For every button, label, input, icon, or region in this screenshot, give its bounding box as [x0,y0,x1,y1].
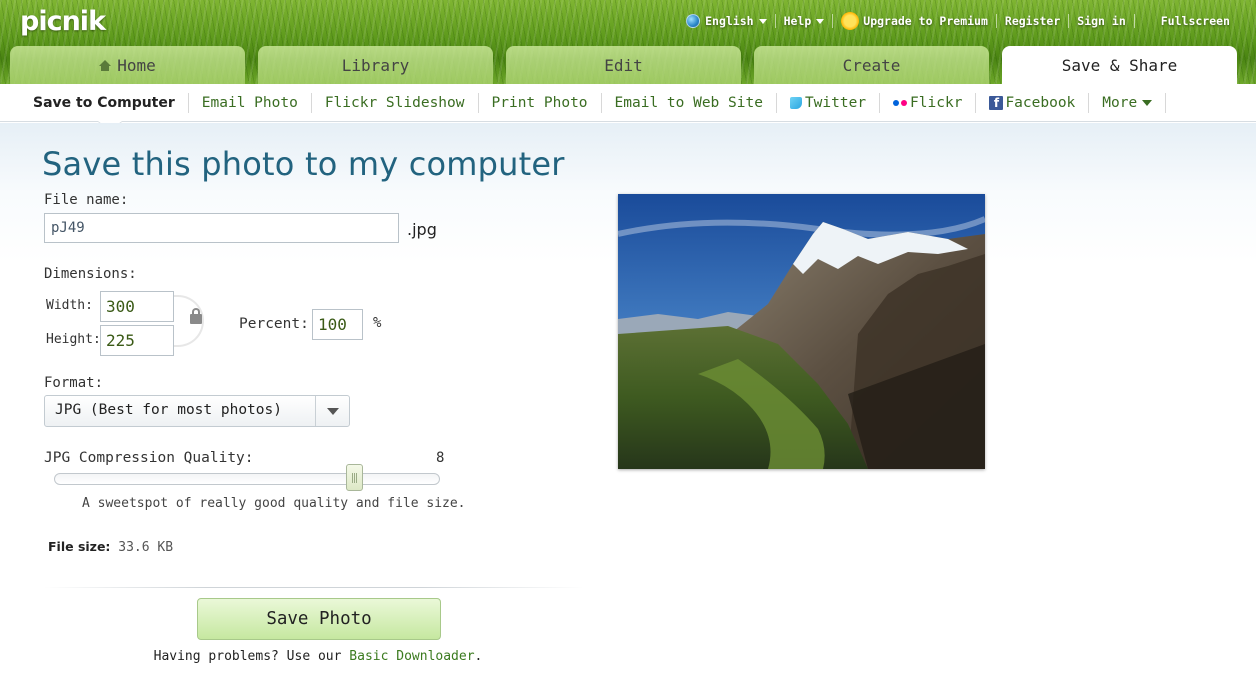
subnav-save-to-computer[interactable]: Save to Computer [20,92,189,113]
height-input[interactable] [100,325,174,356]
top-nav: English Help Upgrade to Premium Register… [678,12,1256,30]
subnav-label: Flickr [910,94,963,111]
subnav-facebook[interactable]: f Facebook [976,92,1090,113]
subnav-print-photo[interactable]: Print Photo [479,92,602,113]
width-label: Width: [46,298,93,313]
chevron-down-icon [816,18,825,24]
subnav-more[interactable]: More [1089,92,1167,113]
tab-save-share[interactable]: Save & Share [1002,46,1237,84]
help-prefix: Having problems? Use our [153,649,350,664]
app-header: picnik English Help Upgrade to Premium R… [0,0,1256,84]
page-title: Save this photo to my computer [42,145,565,183]
upgrade-label: Upgrade to Premium [863,14,988,28]
quality-slider-track[interactable] [54,473,440,485]
height-label: Height: [46,332,101,347]
language-label: English [705,14,754,28]
sun-icon [841,12,860,30]
chevron-down-icon [1142,99,1153,106]
format-label: Format: [44,375,104,391]
format-value: JPG (Best for most photos) [55,402,282,418]
upgrade-link[interactable]: Upgrade to Premium [833,12,996,30]
percent-sign: % [373,315,382,331]
tab-label: Home [117,55,156,75]
chevron-down-icon[interactable] [315,396,349,426]
format-select[interactable]: JPG (Best for most photos) [44,395,350,427]
main-tabs: Home Library Edit Create Save & Share [10,46,1250,84]
save-photo-button[interactable]: Save Photo [197,598,441,640]
subnav-flickr[interactable]: Flickr [880,92,977,113]
register-link[interactable]: Register [997,14,1068,28]
file-size: File size: 33.6 KB [48,539,173,555]
percent-input[interactable] [312,309,363,340]
file-name-input[interactable] [44,213,399,243]
file-size-label: File size: [48,539,111,554]
home-icon [99,59,112,71]
facebook-icon: f [989,95,1004,110]
subnav-label: Twitter [804,94,867,111]
subnav-email-photo[interactable]: Email Photo [189,92,312,113]
quality-label: JPG Compression Quality: [44,450,254,466]
fullscreen-link[interactable]: Fullscreen [1135,14,1256,28]
tab-home[interactable]: Home [10,46,245,84]
divider [44,587,584,588]
basic-downloader-link[interactable]: Basic Downloader [349,649,474,664]
lock-icon[interactable] [190,308,202,324]
quality-slider-handle[interactable] [346,464,363,491]
subnav-twitter[interactable]: Twitter [777,92,881,113]
picnik-logo[interactable]: picnik [20,6,106,37]
file-extension: .jpg [407,220,437,239]
dimensions-label: Dimensions: [44,266,137,282]
flickr-icon [893,99,908,106]
language-selector[interactable]: English [678,14,774,28]
tab-library[interactable]: Library [258,46,493,84]
sub-nav: Save to Computer Email Photo Flickr Slid… [0,84,1256,122]
width-input[interactable] [100,291,174,322]
globe-icon [686,14,701,28]
subnav-label: Facebook [1005,94,1076,111]
save-to-computer-panel: Save this photo to my computer File name… [0,123,1256,673]
sign-in-link[interactable]: Sign in [1069,14,1133,28]
subnav-email-to-web-site[interactable]: Email to Web Site [602,92,777,113]
file-name-label: File name: [44,192,129,208]
tab-label: Save & Share [1061,55,1178,75]
percent-label: Percent: [239,316,309,332]
subnav-label: More [1102,94,1138,111]
tab-create[interactable]: Create [754,46,989,84]
twitter-icon [789,96,802,109]
chevron-down-icon [758,18,767,24]
file-size-value: 33.6 KB [118,540,174,555]
quality-hint: A sweetspot of really good quality and f… [82,496,466,511]
tab-label: Create [842,55,901,75]
photo-preview [618,194,985,469]
help-label: Help [783,14,812,28]
help-text: Having problems? Use our Basic Downloade… [0,649,636,664]
quality-value: 8 [436,450,445,466]
mountain-landscape-image [618,194,985,469]
tab-label: Library [341,55,410,75]
subnav-flickr-slideshow[interactable]: Flickr Slideshow [312,92,479,113]
tab-edit[interactable]: Edit [506,46,741,84]
help-suffix: . [474,649,483,664]
tab-label: Edit [604,55,643,75]
help-menu[interactable]: Help [776,14,833,28]
